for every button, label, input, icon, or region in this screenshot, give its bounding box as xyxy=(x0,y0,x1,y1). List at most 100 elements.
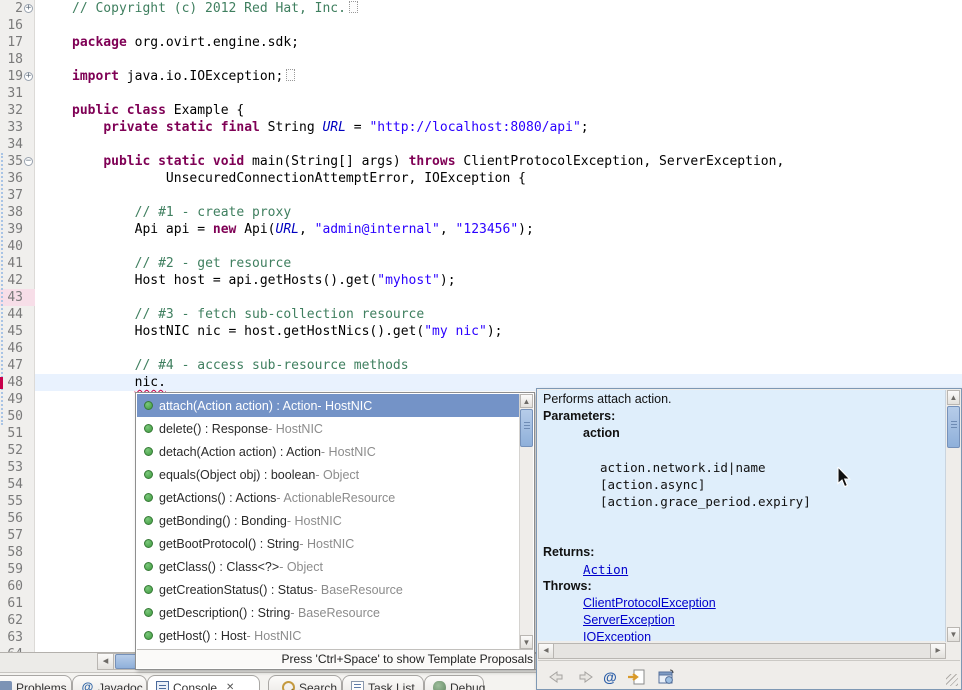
completion-status-hint: Press 'Ctrl+Space' to show Template Prop… xyxy=(137,649,533,668)
javadoc-text-line: [action.async] xyxy=(543,476,945,493)
completion-item[interactable]: delete() : Response - HostNIC xyxy=(137,417,519,440)
code-line-40[interactable] xyxy=(72,238,962,255)
javadoc-blank-line xyxy=(543,527,945,544)
tab-search[interactable]: Search xyxy=(268,675,342,690)
javadoc-link[interactable]: IOException xyxy=(583,630,651,641)
completion-item[interactable]: getActions() : Actions - ActionableResou… xyxy=(137,486,519,509)
javadoc-link[interactable]: ServerException xyxy=(583,613,675,627)
scroll-down-icon[interactable]: ▼ xyxy=(947,627,960,642)
code-line-39[interactable]: Api api = new Api(URL, "admin@internal",… xyxy=(72,221,962,238)
completion-signature: getClass() : Class<?> xyxy=(159,560,279,574)
tab-debug[interactable]: Debug xyxy=(424,675,484,690)
line-number: 61 xyxy=(0,595,23,612)
completion-item[interactable]: getBonding() : Bonding - HostNIC xyxy=(137,509,519,532)
close-tab-icon[interactable]: ✕ xyxy=(226,681,234,690)
tab-label: Debug xyxy=(450,680,485,690)
tab-console[interactable]: Console ✕ xyxy=(147,675,260,690)
open-in-browser-icon[interactable] xyxy=(656,668,676,686)
mouse-cursor-icon xyxy=(837,467,851,488)
scroll-up-icon[interactable]: ▲ xyxy=(520,394,533,408)
line-number: 51 xyxy=(0,425,23,442)
line-number: 54 xyxy=(0,476,23,493)
code-line-43[interactable] xyxy=(72,289,962,306)
javadoc-toolbar: @ xyxy=(538,660,960,688)
resize-grip[interactable] xyxy=(946,674,958,686)
completion-declaring-type: - HostNIC xyxy=(268,422,323,436)
javadoc-blank-line xyxy=(543,510,945,527)
javadoc-text-line: Performs attach action. xyxy=(543,391,945,408)
completion-item[interactable]: attach(Action action) : Action - HostNIC xyxy=(137,394,519,417)
javadoc-link[interactable]: ClientProtocolException xyxy=(583,596,716,610)
completion-scrollbar[interactable]: ▲ ▼ xyxy=(519,394,533,649)
javadoc-link[interactable]: Action xyxy=(583,562,628,577)
completion-signature: getActions() : Actions xyxy=(159,491,276,505)
code-line-47[interactable]: // #4 - access sub-resource methods xyxy=(72,357,962,374)
folded-region-box-icon[interactable] xyxy=(349,1,358,13)
code-line-16[interactable] xyxy=(72,17,962,34)
scroll-right-icon[interactable]: ▸ xyxy=(930,644,945,658)
code-line-41[interactable]: // #2 - get resource xyxy=(72,255,962,272)
public-method-icon xyxy=(144,562,153,571)
javadoc-text-line: [action.grace_period.expiry] xyxy=(543,493,945,510)
code-line-44[interactable]: // #3 - fetch sub-collection resource xyxy=(72,306,962,323)
completion-item[interactable]: getBootProtocol() : String - HostNIC xyxy=(137,532,519,555)
scroll-left-icon[interactable]: ◂ xyxy=(98,654,114,669)
back-icon[interactable] xyxy=(546,668,566,686)
line-number: 2 xyxy=(0,0,23,17)
javadoc-text-line: action.network.id|name xyxy=(543,459,945,476)
ide-window: 2+16171819+3132333435−363738394041424344… xyxy=(0,0,962,690)
tab-task-list[interactable]: Task List xyxy=(342,675,424,690)
tab-javadoc[interactable]: @Javadoc xyxy=(72,675,147,690)
forward-icon[interactable] xyxy=(576,668,596,686)
code-line-31[interactable] xyxy=(72,85,962,102)
completion-item[interactable]: detach(Action action) : Action - HostNIC xyxy=(137,440,519,463)
line-number-60: 60 xyxy=(0,578,35,595)
completion-item[interactable]: getCreationStatus() : Status - BaseResou… xyxy=(137,578,519,601)
completion-list[interactable]: attach(Action action) : Action - HostNIC… xyxy=(137,394,519,649)
line-number: 37 xyxy=(0,187,23,204)
completion-item[interactable]: getDescription() : String - BaseResource xyxy=(137,601,519,624)
line-number-53: 53 xyxy=(0,459,35,476)
scroll-down-icon[interactable]: ▼ xyxy=(520,635,533,649)
fold-expanded-icon[interactable]: − xyxy=(24,157,33,166)
completion-item[interactable]: equals(Object obj) : boolean - Object xyxy=(137,463,519,486)
code-line-32[interactable]: public class Example { xyxy=(72,102,962,119)
code-line-33[interactable]: private static final String URL = "http:… xyxy=(72,119,962,136)
code-line-45[interactable]: HostNIC nic = host.getHostNics().get("my… xyxy=(72,323,962,340)
fold-collapsed-icon[interactable]: + xyxy=(24,72,33,81)
code-line-38[interactable]: // #1 - create proxy xyxy=(72,204,962,221)
code-line-18[interactable] xyxy=(72,51,962,68)
show-in-javadoc-view-icon[interactable]: @ xyxy=(600,668,620,686)
javadoc-vertical-scrollbar[interactable]: ▲ ▼ xyxy=(945,390,960,642)
code-line-19[interactable]: import java.io.IOException; xyxy=(72,68,962,85)
code-line-2[interactable]: // Copyright (c) 2012 Red Hat, Inc. xyxy=(72,0,962,17)
tab-problems[interactable]: Problems xyxy=(0,675,72,690)
tab-label: Console xyxy=(173,680,217,690)
line-number: 43 xyxy=(0,289,23,306)
javadoc-text-line: action xyxy=(543,425,945,442)
javadoc-vscroll-thumb[interactable] xyxy=(947,406,960,448)
line-number-17: 17 xyxy=(0,34,35,51)
completion-item[interactable]: getHost() : Host - HostNIC xyxy=(137,624,519,647)
line-number-34: 34 xyxy=(0,136,35,153)
code-line-46[interactable] xyxy=(72,340,962,357)
line-number-40: 40 xyxy=(0,238,35,255)
code-line-37[interactable] xyxy=(72,187,962,204)
code-line-36[interactable]: UnsecuredConnectionAttemptError, IOExcep… xyxy=(72,170,962,187)
error-marker xyxy=(0,377,3,389)
code-line-42[interactable]: Host host = api.getHosts().get("myhost")… xyxy=(72,272,962,289)
code-line-35[interactable]: public static void main(String[] args) t… xyxy=(72,153,962,170)
editor-gutter[interactable]: 2+16171819+3132333435−363738394041424344… xyxy=(0,0,35,652)
public-method-icon xyxy=(144,539,153,548)
fold-collapsed-icon[interactable]: + xyxy=(24,4,33,13)
line-number-38: 38 xyxy=(0,204,35,221)
folded-region-box-icon[interactable] xyxy=(286,69,295,81)
completion-scroll-thumb[interactable] xyxy=(520,409,533,447)
scroll-left-icon[interactable]: ◂ xyxy=(539,644,554,658)
completion-item[interactable]: getClass() : Class<?> - Object xyxy=(137,555,519,578)
code-line-34[interactable] xyxy=(72,136,962,153)
code-line-17[interactable]: package org.ovirt.engine.sdk; xyxy=(72,34,962,51)
scroll-up-icon[interactable]: ▲ xyxy=(947,390,960,405)
open-declaration-icon[interactable] xyxy=(626,668,646,686)
javadoc-horizontal-scrollbar[interactable]: ◂ ▸ xyxy=(538,643,946,659)
